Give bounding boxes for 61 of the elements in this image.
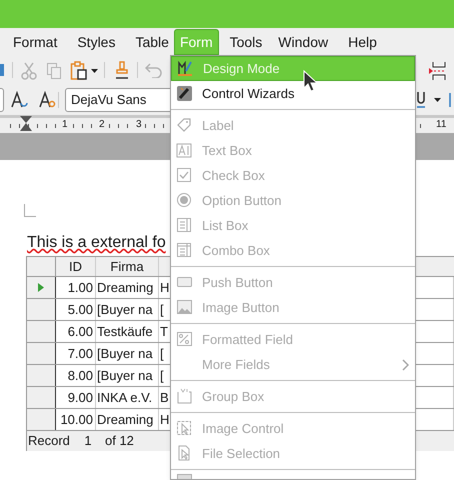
page-break-icon[interactable] [428, 61, 448, 81]
paragraph-text: This is a external fo [27, 233, 166, 253]
paste-icon[interactable] [70, 61, 88, 81]
row-header[interactable] [27, 387, 56, 408]
control-icon [176, 299, 193, 316]
table-cell: INKA e.V. [96, 387, 159, 408]
table-cell: 6.00 [56, 321, 96, 342]
control-icon [177, 60, 194, 77]
column-header[interactable]: Firma [96, 257, 159, 276]
caret-icon[interactable] [91, 69, 98, 74]
menu-item[interactable]: Styles [72, 29, 120, 55]
table-cell: 5.00 [56, 299, 96, 320]
control-icon [176, 331, 193, 348]
indent-marker-icon[interactable] [20, 116, 32, 133]
column-header[interactable]: ID [56, 257, 96, 276]
menu-item[interactable]: Design Mode [171, 56, 415, 81]
table-cell: [Buyer na [96, 365, 159, 386]
row-header[interactable] [27, 409, 56, 430]
control-icon [176, 420, 193, 437]
control-icon [176, 388, 193, 405]
control-icon [176, 242, 193, 259]
menu-item[interactable]: Help [343, 29, 382, 55]
row-header[interactable] [27, 365, 56, 386]
new-style-icon[interactable] [38, 91, 56, 109]
record-total: of 12 [104, 432, 134, 450]
menu-item[interactable]: Tools [224, 29, 268, 55]
control-icon [176, 167, 193, 184]
menu-item[interactable]: Format [8, 29, 62, 55]
record-number: 1 [83, 432, 93, 450]
table-cell: 1.00 [56, 277, 96, 298]
control-icon [176, 85, 193, 102]
table-cell: Dreaming [96, 409, 159, 430]
brush-icon[interactable] [114, 61, 130, 80]
table-cell: 10.00 [56, 409, 96, 430]
menu-item[interactable]: Form [174, 29, 219, 55]
ruler-number: 1 [62, 119, 68, 131]
control-icon [176, 192, 193, 209]
current-row-icon [38, 283, 44, 292]
table-cell: 9.00 [56, 387, 96, 408]
control-icon [176, 117, 193, 134]
table-cell: [Buyer na [96, 299, 159, 320]
table-cell: Dreaming [96, 277, 159, 298]
table-cell: 7.00 [56, 343, 96, 364]
menu-item[interactable]: Table [130, 29, 174, 55]
update-style-icon[interactable] [10, 91, 28, 109]
row-header[interactable] [27, 343, 56, 364]
table-cell: Testkäufe [96, 321, 159, 342]
row-header[interactable] [27, 299, 56, 320]
mouse-pointer-icon [303, 70, 317, 92]
row-header[interactable] [27, 321, 56, 342]
menu-item[interactable]: Window [273, 29, 334, 55]
navigation-label: Record [27, 432, 71, 450]
control-icon [176, 142, 193, 159]
table-cell: [Buyer na [96, 343, 159, 364]
ruler-number: 3 [136, 119, 142, 131]
ruler-number: 2 [99, 119, 105, 131]
underline-icon[interactable] [416, 91, 426, 109]
control-icon [176, 217, 193, 234]
row-header[interactable] [27, 277, 56, 298]
caret-icon[interactable] [434, 98, 441, 103]
table-cell: 8.00 [56, 365, 96, 386]
